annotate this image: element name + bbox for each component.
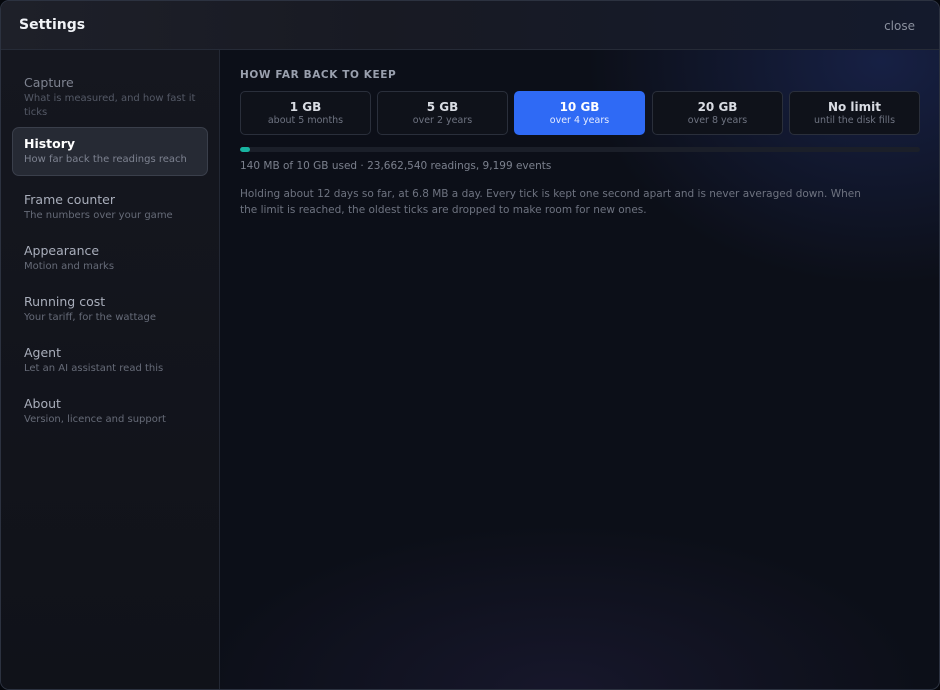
option-label: No limit [827,100,882,114]
option-description: over 2 years [412,115,473,126]
sidebar-item-label: Agent [24,345,61,360]
window-title: Settings [19,17,86,33]
sidebar-item-history[interactable]: History How far back the readings reach [12,127,208,176]
storage-usage-fill [240,147,250,152]
sidebar-item-agent[interactable]: Agent Let an AI assistant read this [12,336,208,385]
history-size-options: 1 GB about 5 months 5 GB over 2 years 10… [240,91,920,135]
option-20gb[interactable]: 20 GB over 8 years [652,91,783,135]
option-description: until the disk fills [813,115,896,126]
sidebar-item-label: History [24,136,76,151]
settings-sidebar: Capture What is measured, and how fast i… [1,50,220,689]
option-description: over 8 years [687,115,748,126]
sidebar-item-appearance[interactable]: Appearance Motion and marks [12,234,208,283]
sidebar-item-label: Appearance [24,243,100,258]
section-heading: HOW FAR BACK TO KEEP [240,69,397,81]
sidebar-item-description: Your tariff, for the wattage [24,312,157,323]
sidebar-item-capture[interactable]: Capture What is measured, and how fast i… [12,66,208,118]
sidebar-item-label: Capture [24,75,74,90]
close-button[interactable]: close [884,19,915,33]
sidebar-item-description: Let an AI assistant read this [24,363,164,374]
sidebar-item-running-cost[interactable]: Running cost Your tariff, for the wattag… [12,285,208,334]
option-10gb[interactable]: 10 GB over 4 years [514,91,645,135]
sidebar-item-label: Frame counter [24,192,116,207]
sidebar-item-frame-counter[interactable]: Frame counter The numbers over your game [12,183,208,232]
option-label: 20 GB [697,100,738,114]
sidebar-item-description: The numbers over your game [24,210,173,221]
storage-usage-text: 140 MB of 10 GB used · 23,662,540 readin… [240,160,552,172]
sidebar-item-label: About [24,396,61,411]
sidebar-item-description: What is measured, and how fast it ticks [24,93,196,118]
sidebar-item-description: Version, licence and support [24,414,166,425]
option-label: 5 GB [426,100,459,114]
option-label: 1 GB [289,100,322,114]
option-1gb[interactable]: 1 GB about 5 months [240,91,371,135]
option-description: over 4 years [549,115,610,126]
option-description: about 5 months [267,115,344,126]
sidebar-item-description: How far back the readings reach [24,154,187,165]
sidebar-item-description: Motion and marks [24,261,115,272]
option-5gb[interactable]: 5 GB over 2 years [377,91,508,135]
option-label: 10 GB [559,100,600,114]
history-description: Holding about 12 days so far, at 6.8 MB … [240,188,861,216]
settings-window: Settings close Capture What is measured,… [0,0,940,690]
option-no-limit[interactable]: No limit until the disk fills [789,91,920,135]
sidebar-item-label: Running cost [24,294,106,309]
sidebar-item-about[interactable]: About Version, licence and support [12,387,208,436]
title-bar: Settings close [1,1,939,50]
storage-usage-bar [240,147,920,152]
